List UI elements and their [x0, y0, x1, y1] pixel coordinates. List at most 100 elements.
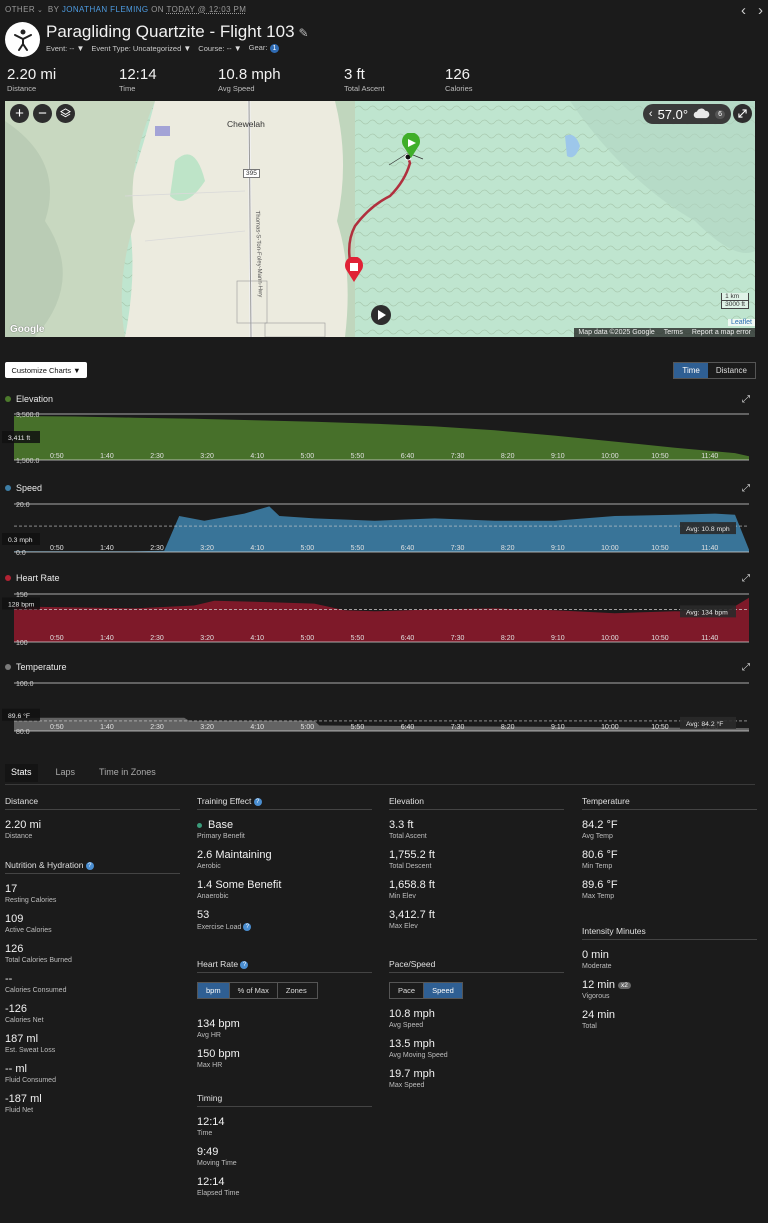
- stat-label: Primary Benefit: [197, 833, 245, 840]
- zoom-out-button[interactable]: −: [33, 104, 52, 123]
- stat-label: Avg Temp: [582, 833, 613, 840]
- event-label: Event: --: [46, 43, 75, 53]
- event-type-select[interactable]: Event Type: Uncategorized ▼: [91, 44, 191, 53]
- x-tick-label: 1:40: [100, 453, 114, 460]
- course-select[interactable]: Course: -- ▼: [198, 44, 241, 53]
- terms-link[interactable]: Terms: [664, 329, 683, 336]
- zoom-in-button[interactable]: +: [10, 104, 29, 123]
- pace-button[interactable]: Pace: [390, 983, 425, 998]
- x-tick-label: 9:10: [551, 724, 565, 731]
- stat-item: 150 bpm Max HR: [197, 1048, 372, 1069]
- fullscreen-icon[interactable]: [733, 104, 752, 123]
- summary-label: Time: [119, 84, 136, 93]
- leaflet-link[interactable]: Leaflet: [727, 319, 755, 326]
- summary-time: 12:14 Time: [119, 66, 157, 93]
- percent-max-button[interactable]: % of Max: [230, 983, 278, 998]
- heart-rate-unit-toggle: bpm % of Max Zones: [197, 982, 318, 999]
- x-tick-label: 0:50: [50, 724, 64, 731]
- stat-label: Max Temp: [582, 893, 615, 900]
- stat-value: Base: [208, 819, 234, 831]
- expand-speed-icon[interactable]: ⤢: [742, 483, 750, 494]
- elevation-chart[interactable]: 3,500.0 1,500.0 0:50 1:40 2:30 3:20 4:10 5:00 5:…: [0, 408, 768, 464]
- stat-value: -187 ml: [5, 1093, 42, 1105]
- end-marker-icon[interactable]: [344, 256, 364, 286]
- play-route-button[interactable]: [371, 305, 391, 325]
- time-axis-button[interactable]: Time: [674, 363, 708, 378]
- temperature-chart-title: Temperature: [5, 662, 67, 672]
- weather-pill[interactable]: ‹ 57.0° 6: [642, 104, 731, 124]
- stat-item: 2.20 mi Distance: [5, 819, 180, 840]
- activity-type[interactable]: OTHER: [5, 5, 35, 14]
- stat-item: 3.3 ft Total Ascent: [389, 819, 564, 840]
- next-activity-icon[interactable]: ›: [758, 2, 763, 19]
- tab-laps[interactable]: Laps: [50, 764, 82, 782]
- x-tick-label: 1:40: [100, 545, 114, 552]
- activity-title[interactable]: Paragliding Quartzite - Flight 103: [46, 22, 295, 41]
- help-icon[interactable]: ?: [85, 861, 94, 870]
- stat-item: 109 Active Calories: [5, 913, 180, 934]
- x-tick-label: 9:10: [551, 545, 565, 552]
- stat-value: 2.6 Maintaining: [197, 849, 272, 861]
- stat-value: 24 min: [582, 1009, 616, 1021]
- x-tick-label: 11:40: [701, 635, 718, 642]
- stat-label: Fluid Consumed: [5, 1077, 56, 1084]
- speed-button[interactable]: Speed: [424, 983, 462, 998]
- customize-charts-button[interactable]: Customize Charts ▼: [5, 362, 87, 378]
- stat-label: Exercise Load: [197, 923, 242, 931]
- elevation-dot-icon: [5, 396, 11, 402]
- edit-pencil-icon[interactable]: ✎: [299, 26, 309, 40]
- series-area: [14, 717, 749, 731]
- route-map[interactable]: Chewelah 395 Thomas-S-Ton-Foley-Mann-Hwy…: [5, 101, 755, 337]
- x-tick-label: 2:30: [150, 724, 164, 731]
- expand-temperature-icon[interactable]: ⤢: [742, 662, 750, 673]
- help-icon[interactable]: ?: [243, 923, 252, 931]
- help-icon[interactable]: ?: [240, 960, 249, 969]
- bpm-button[interactable]: bpm: [198, 983, 230, 998]
- author-link[interactable]: JONATHAN FLEMING: [62, 5, 149, 14]
- stat-item: 12 min x2 Vigorous: [582, 979, 757, 1000]
- x-tick-label: 6:40: [401, 635, 415, 642]
- event-select[interactable]: Event: -- ▼: [46, 44, 84, 53]
- stat-item: -126 Calories Net: [5, 1003, 180, 1024]
- stats-tabs: Stats Laps Time in Zones: [5, 764, 162, 782]
- stat-item: 12:14 Elapsed Time: [197, 1176, 372, 1197]
- stat-item: 24 min Total: [582, 1009, 757, 1030]
- expand-elevation-icon[interactable]: ⤢: [742, 394, 750, 405]
- page-title: Paragliding Quartzite - Flight 103 ✎: [46, 22, 309, 42]
- stat-value: 109: [5, 913, 24, 925]
- help-icon[interactable]: ?: [253, 797, 262, 806]
- stat-item: -187 ml Fluid Net: [5, 1093, 180, 1114]
- temperature-chart[interactable]: 100.0 80.0 0:50 1:40 2:30 3:20 4:10 5:00 5:50 6:4…: [0, 677, 768, 735]
- heart-rate-chart[interactable]: 1501000:50 1:40 2:30 3:20 4:10 5:00 5:50 6:40 7:…: [0, 588, 768, 646]
- start-marker-icon[interactable]: [401, 132, 421, 162]
- x-tick-label: 4:10: [250, 724, 264, 731]
- report-map-error-link[interactable]: Report a map error: [692, 329, 751, 336]
- chevron-down-icon[interactable]: ⌄: [37, 6, 43, 14]
- x-tick-label: 11:40: [701, 453, 718, 460]
- x-tick-label: 4:10: [250, 545, 264, 552]
- caret-down-icon: ▼: [233, 43, 242, 53]
- stat-label: Aerobic: [197, 863, 221, 870]
- distance-section: Distance 2.20 mi Distance: [5, 796, 180, 840]
- summary-distance: 2.20 mi Distance: [7, 66, 56, 93]
- expand-heart-rate-icon[interactable]: ⤢: [742, 573, 750, 584]
- previous-activity-icon[interactable]: ‹: [741, 2, 746, 19]
- training-effect-section: Training Effect ? Base Primary Benefit 2.…: [197, 796, 372, 931]
- y-top-label: 100.0: [16, 681, 34, 688]
- x-tick-label: 10:50: [651, 545, 669, 552]
- summary-total-ascent: 3 ft Total Ascent: [344, 66, 384, 93]
- speed-chart[interactable]: 20.0 0.0 0:50 1:40 2:30 3:20 4:10 5:00 5:50 6:40 7…: [0, 498, 768, 556]
- tab-time-in-zones[interactable]: Time in Zones: [93, 764, 162, 782]
- distance-axis-button[interactable]: Distance: [708, 363, 755, 378]
- stat-label: Resting Calories: [5, 897, 57, 904]
- average-label: Avg: 10.8 mph: [686, 526, 730, 533]
- section-title: Heart Rate ?: [197, 959, 372, 973]
- x-tick-label: 7:30: [451, 453, 465, 460]
- map-layers-icon[interactable]: [56, 104, 75, 123]
- summary-value: 126: [445, 66, 471, 83]
- map-town-label: Chewelah: [227, 119, 265, 129]
- zones-button[interactable]: Zones: [278, 983, 315, 998]
- tab-stats[interactable]: Stats: [5, 764, 38, 782]
- gear-select[interactable]: Gear: 1: [249, 43, 280, 53]
- breadcrumb: OTHER ⌄ BY JONATHAN FLEMING ON TODAY @ 12…: [5, 5, 246, 14]
